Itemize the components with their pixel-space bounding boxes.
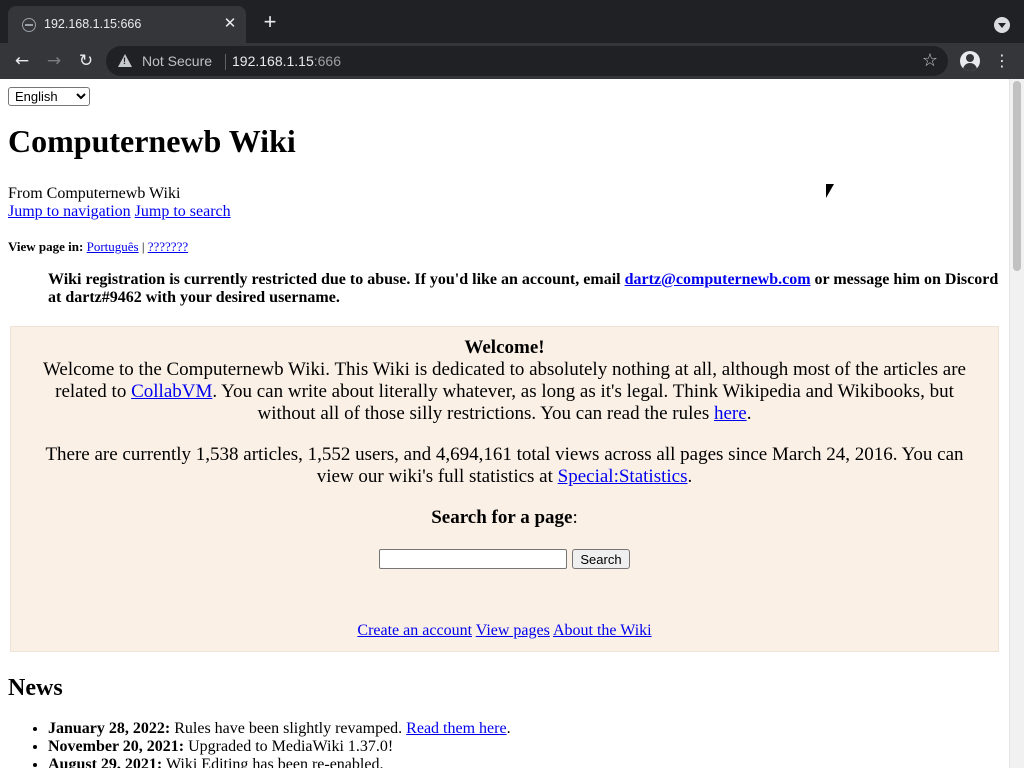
close-tab-icon[interactable]: ✕	[222, 16, 238, 32]
welcome-links: Create an account View pages About the W…	[11, 622, 998, 640]
globe-icon	[22, 18, 36, 32]
news-date: August 29, 2021:	[48, 756, 163, 768]
view-in-label: View page in:	[8, 239, 84, 254]
welcome-text-b: . You can write about literally whatever…	[212, 381, 954, 424]
tab-title: 192.168.1.15:666	[44, 17, 142, 31]
back-icon[interactable]: ←	[10, 49, 34, 73]
welcome-text-c: .	[746, 403, 752, 424]
news-heading: News	[8, 675, 63, 701]
lang-separator: |	[138, 239, 148, 254]
news-date: November 20, 2021:	[48, 738, 185, 755]
read-rules-link[interactable]: Read them here	[406, 720, 506, 737]
news-item: November 20, 2021: Upgraded to MediaWiki…	[48, 738, 511, 756]
news-text: Upgraded to MediaWiki 1.37.0!	[184, 738, 394, 755]
lang-link-portuguese[interactable]: Português	[87, 239, 139, 254]
security-label[interactable]: Not Secure	[142, 53, 212, 69]
stats-text: There are currently 1,538 articles, 1,55…	[45, 444, 964, 487]
more-menu-icon[interactable]: ⋮	[994, 51, 1010, 71]
jump-to-navigation-link[interactable]: Jump to navigation	[8, 203, 131, 220]
news-list: January 28, 2022: Rules have been slight…	[8, 720, 511, 768]
scrollbar-thumb[interactable]	[1013, 81, 1021, 271]
site-sub: From Computernewb Wiki	[8, 185, 181, 202]
create-account-link[interactable]: Create an account	[357, 622, 472, 639]
welcome-heading: Welcome!	[464, 337, 545, 358]
search-input[interactable]	[379, 549, 567, 569]
url-text[interactable]: 192.168.1.15:666	[232, 53, 341, 69]
news-text-end: .	[506, 720, 511, 737]
welcome-box: Welcome! Welcome to the Computernewb Wik…	[10, 326, 999, 652]
news-text: Rules have been slightly revamped.	[170, 720, 407, 737]
forward-icon[interactable]: →	[42, 49, 66, 73]
search-heading-colon: :	[572, 507, 578, 528]
profile-icon[interactable]	[960, 51, 980, 71]
tab-strip: 192.168.1.15:666 ✕ +	[0, 0, 1024, 43]
jump-links: Jump to navigation Jump to search	[8, 203, 231, 221]
jump-to-search-link[interactable]: Jump to search	[135, 203, 231, 220]
new-tab-icon[interactable]: +	[260, 11, 280, 33]
view-page-in: View page in: Português | ???????	[8, 239, 188, 255]
collabvm-link[interactable]: CollabVM	[131, 381, 212, 402]
page-title: Computernewb Wiki	[8, 123, 296, 159]
view-pages-link[interactable]: View pages	[476, 622, 550, 639]
stats-text-end: .	[687, 466, 693, 487]
lang-link-other[interactable]: ???????	[148, 239, 188, 254]
welcome-paragraph: Welcome to the Computernewb Wiki. This W…	[31, 359, 978, 425]
statistics-link[interactable]: Special:Statistics	[558, 466, 688, 487]
rules-link[interactable]: here	[714, 403, 747, 424]
news-item: August 29, 2021: Wiki Editing has been r…	[48, 756, 511, 768]
language-select[interactable]: English	[8, 87, 90, 106]
search-heading-text: Search for a page	[431, 507, 573, 528]
browser-tab[interactable]: 192.168.1.15:666 ✕	[8, 6, 246, 43]
star-icon[interactable]: ☆	[922, 50, 938, 72]
news-text: Wiki Editing has been re-enabled.	[162, 756, 384, 768]
search-button[interactable]: Search	[572, 549, 630, 569]
news-item: January 28, 2022: Rules have been slight…	[48, 720, 511, 738]
page-viewport: English Computernewb Wiki From Computern…	[0, 79, 1009, 768]
warning-icon[interactable]	[118, 54, 132, 67]
stats-paragraph: There are currently 1,538 articles, 1,55…	[31, 444, 978, 488]
url-host: 192.168.1.15	[232, 53, 314, 69]
news-date: January 28, 2022:	[48, 720, 171, 737]
url-port: :666	[313, 53, 341, 69]
email-link[interactable]: dartz@computernewb.com	[625, 271, 811, 288]
browser-toolbar: ← → ↻ Not Secure 192.168.1.15:666 ☆ ⋮	[0, 43, 1024, 79]
tab-search-icon[interactable]	[994, 17, 1010, 33]
url-divider	[225, 54, 226, 70]
registration-notice: Wiki registration is currently restricte…	[48, 271, 1003, 307]
mouse-cursor-icon	[826, 184, 834, 198]
about-wiki-link[interactable]: About the Wiki	[553, 622, 652, 639]
search-heading: Search for a page:	[11, 507, 998, 529]
address-bar[interactable]: Not Secure 192.168.1.15:666 ☆	[106, 46, 948, 76]
notice-text: Wiki registration is currently restricte…	[48, 271, 625, 288]
page-scrollbar[interactable]	[1009, 79, 1024, 768]
reload-icon[interactable]: ↻	[74, 49, 98, 73]
